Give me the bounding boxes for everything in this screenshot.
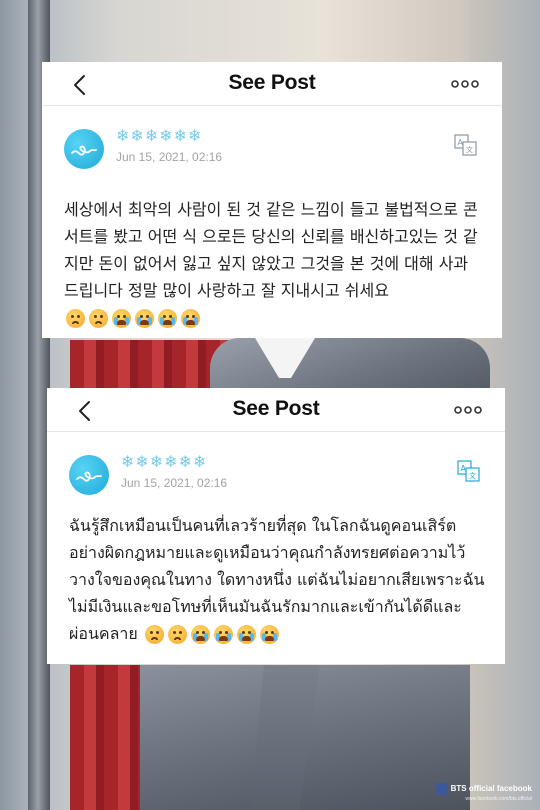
post-timestamp: Jun 15, 2021, 02:16 <box>121 476 228 490</box>
emoji-row <box>144 625 279 644</box>
post-body: ฉันรู้สึกเหมือนเป็นคนที่เลวร้ายที่สุด ใน… <box>69 512 485 647</box>
worried-face-icon <box>89 309 108 328</box>
translate-icon[interactable]: A文 <box>457 460 481 482</box>
post-card: See Post ❄❄❄❄❄❄ Jun 15, 2021, 02:16 A文 ฉ… <box>47 388 505 664</box>
post-header: See Post <box>47 388 505 432</box>
watermark-url: www.facebook.com/bts.official <box>465 796 532 802</box>
svg-text:文: 文 <box>466 145 473 154</box>
crying-face-icon <box>259 625 279 644</box>
post-card: See Post ❄❄❄❄❄❄ Jun 15, 2021, 02:16 A文 세… <box>42 62 502 338</box>
post-author: ❄❄❄❄❄❄ Jun 15, 2021, 02:16 A文 <box>47 432 505 495</box>
worried-face-icon <box>167 625 187 644</box>
post-body: 세상에서 최악의 사람이 된 것 같은 느낌이 들고 불법적으로 콘서트를 봤고… <box>64 196 482 331</box>
username[interactable]: ❄❄❄❄❄❄ <box>116 126 202 145</box>
emoji-row <box>66 309 200 328</box>
avatar[interactable] <box>69 455 109 495</box>
crying-face-icon <box>135 309 154 328</box>
post-author: ❄❄❄❄❄❄ Jun 15, 2021, 02:16 A文 <box>42 106 502 169</box>
svg-text:A: A <box>458 138 464 147</box>
crying-face-icon <box>213 625 233 644</box>
page-title: See Post <box>228 71 316 94</box>
svg-text:A: A <box>461 464 467 473</box>
more-options-icon[interactable] <box>450 74 480 94</box>
post-body-text: ฉันรู้สึกเหมือนเป็นคนที่เลวร้ายที่สุด ใน… <box>69 516 485 643</box>
watermark: BTS official facebook www.facebook.com/b… <box>435 783 532 804</box>
worried-face-icon <box>144 625 164 644</box>
username[interactable]: ❄❄❄❄❄❄ <box>121 452 207 471</box>
page-title: See Post <box>232 397 320 420</box>
crying-face-icon <box>190 625 210 644</box>
post-timestamp: Jun 15, 2021, 02:16 <box>116 150 223 164</box>
facebook-logo-icon <box>435 783 448 795</box>
post-header: See Post <box>42 62 502 106</box>
background-suit <box>210 338 490 390</box>
avatar[interactable] <box>64 129 104 169</box>
watermark-label: BTS official facebook <box>450 784 532 794</box>
post-body-text: 세상에서 최악의 사람이 된 것 같은 느낌이 들고 불법적으로 콘서트를 봤고… <box>64 200 478 300</box>
worried-face-icon <box>66 309 85 328</box>
crying-face-icon <box>236 625 256 644</box>
translate-icon[interactable]: A文 <box>454 134 478 156</box>
crying-face-icon <box>158 309 177 328</box>
more-options-icon[interactable] <box>453 400 483 420</box>
crying-face-icon <box>112 309 131 328</box>
crying-face-icon <box>181 309 200 328</box>
svg-text:文: 文 <box>469 471 476 480</box>
